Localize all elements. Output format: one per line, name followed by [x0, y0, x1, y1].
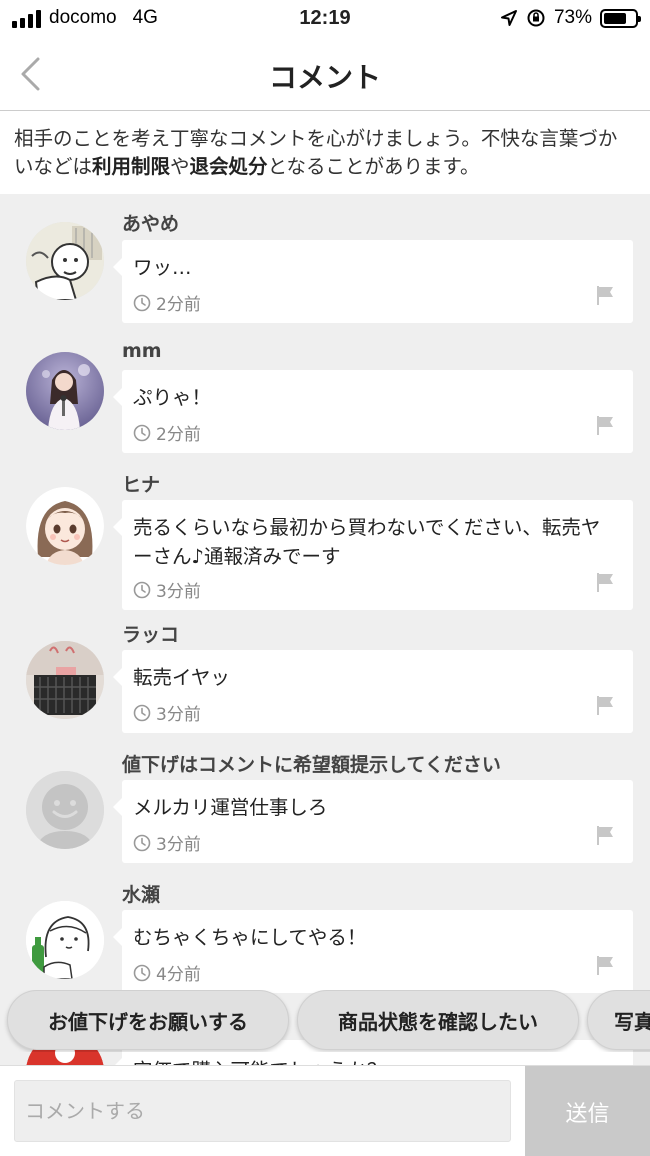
comment-text: 転売イヤッ — [133, 666, 230, 689]
comment-time: 4分前 — [156, 965, 201, 985]
comment-text: ぷりゃ！ — [133, 386, 212, 409]
comment-time: 3分前 — [156, 835, 201, 855]
comment-text: ワッ… — [133, 256, 192, 279]
commenter-name[interactable]: mm — [122, 340, 162, 362]
quick-reply-chip[interactable]: 商品状態を確認したい — [297, 990, 579, 1050]
clock-icon — [133, 964, 151, 981]
quick-reply-chip[interactable]: 写真を追加してほしい — [587, 990, 650, 1050]
page-title: コメント — [268, 61, 381, 94]
comment-list[interactable]: あやめ ワッ… 2分前 mm ぷりゃ！ 2分前 ヒナ 売るくらいなら最初から買わ… — [0, 194, 650, 1065]
flag-icon[interactable] — [594, 571, 616, 593]
comment-guideline-notice: 相手のことを考え丁寧なコメントを心がけましょう。不快な言葉づかいなどは利用制限や… — [0, 112, 650, 194]
clock-icon — [133, 704, 151, 721]
battery-fill — [604, 12, 626, 24]
status-bar: docomo 4G 12:19 73% — [0, 0, 650, 38]
commenter-name[interactable]: 水瀬 — [122, 880, 160, 907]
comment-text: 定価で購入可能でしょうか？ — [133, 1056, 619, 1065]
location-arrow-icon — [500, 10, 517, 26]
comment-bubble: メルカリ運営仕事しろ 3分前 — [113, 780, 633, 863]
comment-input[interactable] — [14, 1080, 511, 1142]
avatar[interactable] — [26, 641, 104, 719]
quick-reply-bar[interactable]: お値下げをお願いする 商品状態を確認したい 写真を追加してほしい — [0, 990, 650, 1052]
notice-bold-withdrawal: 退会処分 — [189, 155, 268, 178]
comment-time: 3分前 — [156, 582, 201, 602]
battery-percent: 73% — [553, 7, 592, 28]
comment-text: 売るくらいなら最初から買わないでください、転売ヤーさん♪通報済みでーす — [133, 516, 601, 568]
comment-bubble: 転売イヤッ 3分前 — [113, 650, 633, 733]
avatar[interactable] — [26, 352, 104, 430]
notice-text-2: や — [170, 155, 190, 178]
clock-icon — [133, 294, 151, 311]
default-avatar-icon — [26, 771, 104, 849]
avatar[interactable] — [26, 771, 104, 849]
notice-bold-usage-limit: 利用制限 — [92, 155, 171, 178]
flag-icon[interactable] — [594, 284, 616, 306]
battery-icon — [600, 8, 641, 28]
nav-header: コメント — [0, 38, 650, 111]
comment-time: 2分前 — [156, 295, 201, 315]
commenter-name[interactable]: 値下げはコメントに希望額提示してください — [122, 750, 501, 777]
avatar[interactable] — [26, 222, 104, 300]
commenter-name[interactable]: ラッコ — [122, 620, 179, 647]
comment-bubble: むちゃくちゃにしてやる！ 4分前 — [113, 910, 633, 993]
quick-reply-chip[interactable]: お値下げをお願いする — [7, 990, 289, 1050]
notice-text-3: となることがあります。 — [267, 155, 480, 178]
send-button[interactable]: 送信 — [525, 1066, 650, 1156]
comment-bubble: ぷりゃ！ 2分前 — [113, 370, 633, 453]
avatar[interactable] — [26, 487, 104, 565]
flag-icon[interactable] — [594, 954, 616, 976]
comment-time: 3分前 — [156, 705, 201, 725]
comment-text: むちゃくちゃにしてやる！ — [133, 926, 367, 949]
rotation-lock-icon — [527, 9, 545, 27]
comment-time: 2分前 — [156, 425, 201, 445]
flag-icon[interactable] — [594, 694, 616, 716]
clock-icon — [133, 581, 151, 598]
commenter-name[interactable]: あやめ — [122, 209, 179, 236]
comment-input-bar: 送信 — [0, 1065, 650, 1156]
avatar[interactable] — [26, 901, 104, 979]
comment-text: メルカリ運営仕事しろ — [133, 796, 328, 819]
commenter-name[interactable]: ヒナ — [122, 470, 160, 497]
clock-icon — [133, 424, 151, 441]
flag-icon[interactable] — [594, 824, 616, 846]
comment-bubble: ワッ… 2分前 — [113, 240, 633, 323]
comment-bubble: 売るくらいなら最初から買わないでください、転売ヤーさん♪通報済みでーす 3分前 — [113, 500, 633, 610]
flag-icon[interactable] — [594, 414, 616, 436]
clock-icon — [133, 834, 151, 851]
